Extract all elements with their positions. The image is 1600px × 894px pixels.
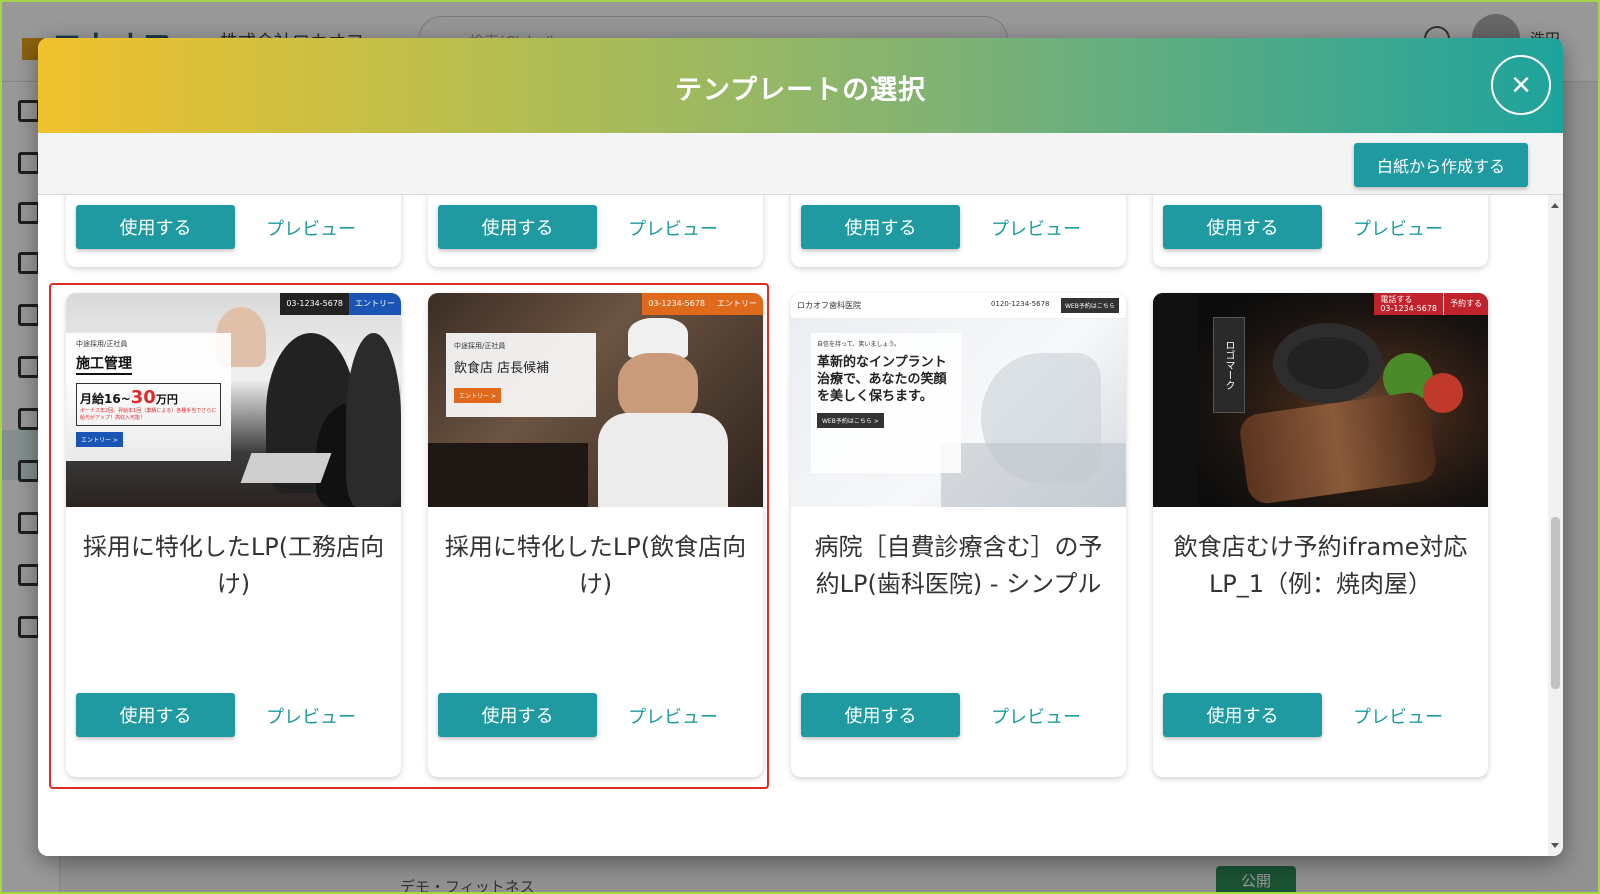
scroll-down-arrow[interactable] <box>1551 843 1559 848</box>
template-title: 病院［自費診療含む］の予約LP(歯科医院) - シンプル <box>814 533 1103 598</box>
chef-hat <box>628 318 688 358</box>
template-select-modal: テンプレートの選択 × 白紙から作成する 使用する プレビュー 使用する プレビ… <box>38 38 1563 856</box>
preview-link[interactable]: プレビュー <box>628 215 718 241</box>
template-card: 03-1234-5678 エントリー 中途採用/正社員 施工管理 月給16~30… <box>66 293 401 777</box>
modal-toolbar: 白紙から作成する <box>38 133 1563 195</box>
template-thumbnail[interactable]: 03-1234-5678 エントリー 中途採用/正社員 施工管理 月給16~30… <box>66 293 401 507</box>
chef-coat <box>598 413 728 507</box>
template-title: 飲食店むけ予約iframe対応LP_1（例：焼肉屋） <box>1173 533 1468 598</box>
logo-mark: ロゴマーク <box>1213 317 1245 413</box>
use-button[interactable]: 使用する <box>76 693 235 737</box>
template-thumbnail[interactable]: ロカオフ歯科医院 0120-1234-5678 WEB予約はこちら 自信を持って… <box>791 293 1126 507</box>
preview-link[interactable]: プレビュー <box>266 703 356 729</box>
tomato <box>1423 373 1463 413</box>
thumb-topbar: 03-1234-5678 エントリー <box>642 293 763 315</box>
scrollbar[interactable] <box>1548 195 1563 856</box>
template-card-partial: 使用する プレビュー <box>1153 195 1488 267</box>
template-card: ロゴマーク 電話する 03-1234-5678 予約する 飲食店むけ予約ifra… <box>1153 293 1488 777</box>
template-card-partial: 使用する プレビュー <box>66 195 401 267</box>
thumb-topbar: 電話する 03-1234-5678 予約する <box>1374 293 1488 315</box>
template-thumbnail[interactable]: 03-1234-5678 エントリー 中途採用/正社員 飲食店 店長候補 エント… <box>428 293 763 507</box>
preview-link[interactable]: プレビュー <box>991 215 1081 241</box>
template-thumbnail[interactable]: ロゴマーク 電話する 03-1234-5678 予約する <box>1153 293 1488 507</box>
dental-equipment <box>941 443 1126 507</box>
preview-link[interactable]: プレビュー <box>628 703 718 729</box>
template-card: 03-1234-5678 エントリー 中途採用/正社員 飲食店 店長候補 エント… <box>428 293 763 777</box>
template-card-partial: 使用する プレビュー <box>791 195 1126 267</box>
template-card-partial: 使用する プレビュー <box>428 195 763 267</box>
template-grid: 使用する プレビュー 使用する プレビュー 使用する プレビュー 使用する プレ… <box>38 195 1548 856</box>
preview-link[interactable]: プレビュー <box>991 703 1081 729</box>
sauce-bowl <box>1273 323 1383 403</box>
template-title: 採用に特化したLP(工務店向け) <box>82 533 385 598</box>
create-blank-button[interactable]: 白紙から作成する <box>1354 143 1528 187</box>
use-button[interactable]: 使用する <box>801 205 960 249</box>
thumb-left-band <box>1153 293 1198 507</box>
modal-header: テンプレートの選択 × <box>38 38 1563 133</box>
use-button[interactable]: 使用する <box>1163 693 1322 737</box>
template-card: ロカオフ歯科医院 0120-1234-5678 WEB予約はこちら 自信を持って… <box>791 293 1126 777</box>
preview-link[interactable]: プレビュー <box>266 215 356 241</box>
use-button[interactable]: 使用する <box>76 205 235 249</box>
counter <box>428 443 588 507</box>
thumb-topbar: 03-1234-5678 エントリー <box>280 293 401 315</box>
scroll-thumb[interactable] <box>1551 517 1560 689</box>
thumb-topbar: ロカオフ歯科医院 0120-1234-5678 WEB予約はこちら <box>791 293 1126 319</box>
modal-title: テンプレートの選択 <box>674 75 927 106</box>
preview-link[interactable]: プレビュー <box>1353 215 1443 241</box>
use-button[interactable]: 使用する <box>438 205 597 249</box>
preview-link[interactable]: プレビュー <box>1353 703 1443 729</box>
scroll-up-arrow[interactable] <box>1551 203 1559 208</box>
template-title: 採用に特化したLP(飲食店向け) <box>444 533 747 598</box>
photo-person <box>346 333 401 507</box>
laptop <box>240 453 332 483</box>
use-button[interactable]: 使用する <box>438 693 597 737</box>
use-button[interactable]: 使用する <box>801 693 960 737</box>
use-button[interactable]: 使用する <box>1163 205 1322 249</box>
close-button[interactable]: × <box>1491 55 1551 115</box>
